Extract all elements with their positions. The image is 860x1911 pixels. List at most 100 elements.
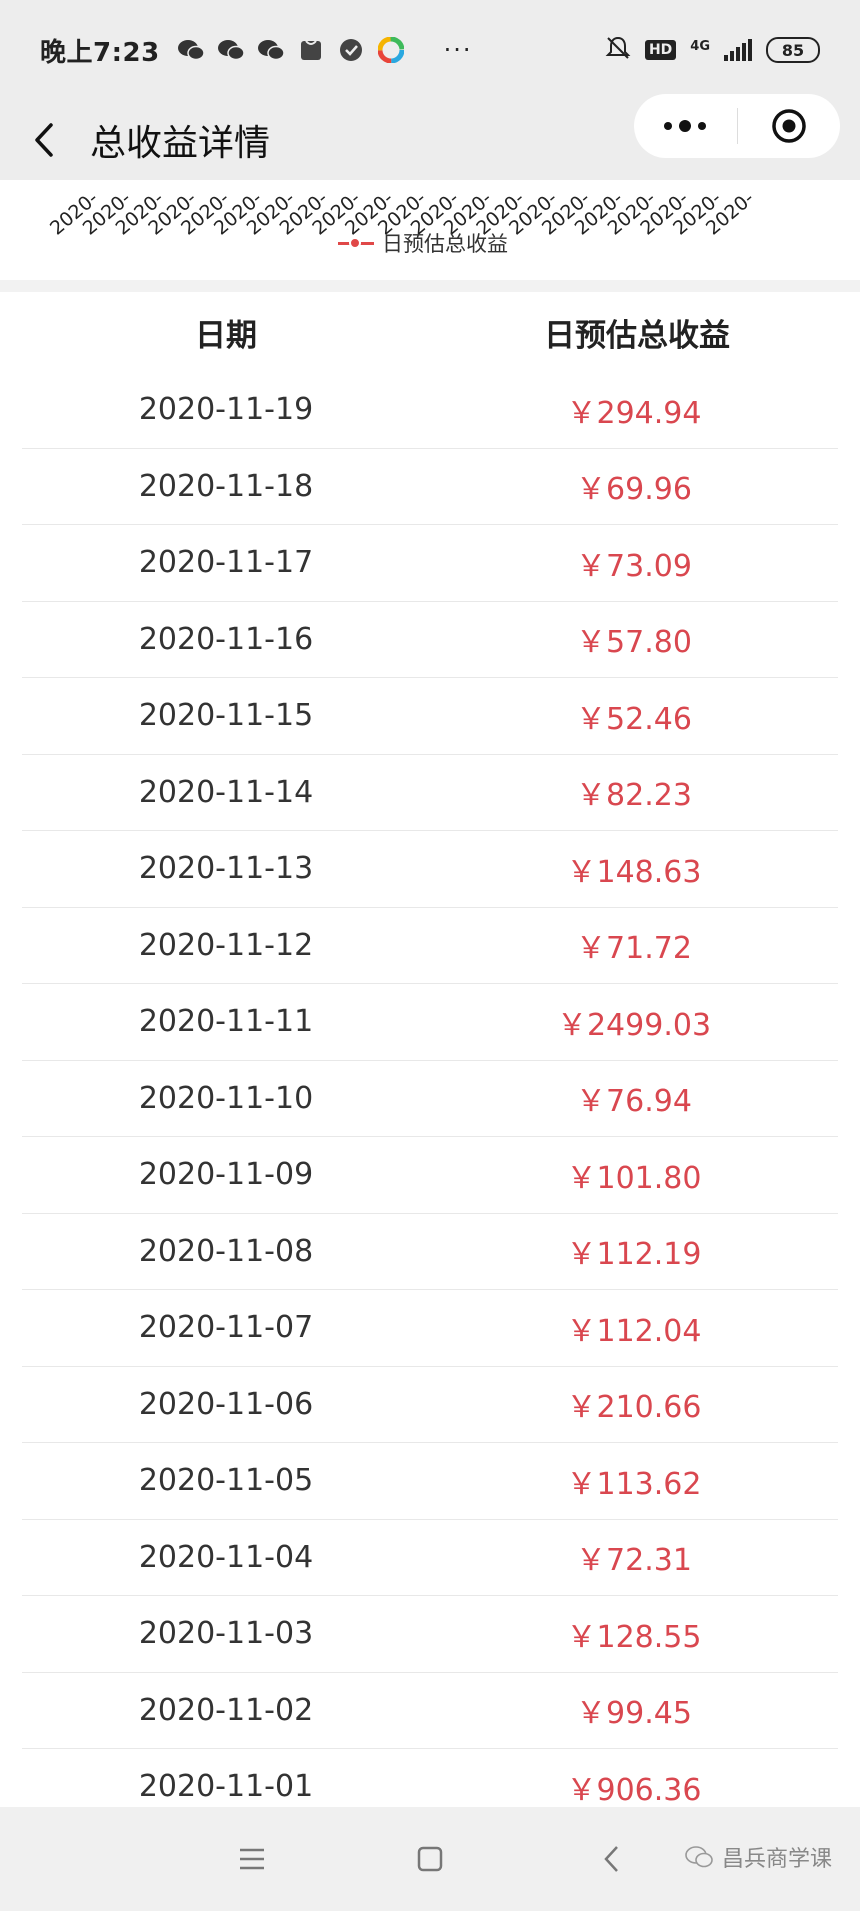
system-nav-bar: 昌兵商学课 <box>0 1807 860 1911</box>
chevron-left-icon <box>35 123 53 157</box>
row-date: 2020-11-06 <box>138 1386 314 1422</box>
table-row: 2020-11-02 ￥99.45 <box>22 1673 838 1749</box>
row-amount: ￥76.94 <box>576 1084 692 1120</box>
status-notification-icons: ··· <box>176 36 473 64</box>
row-amount: ￥52.46 <box>576 701 692 737</box>
legend-label: 日预估总收益 <box>382 232 508 256</box>
table-body: 2020-11-19 ￥294.94 2020-11-18 ￥69.96 2020-11… <box>0 372 860 1807</box>
close-mini-program-button[interactable] <box>738 108 841 144</box>
nav-bar: 总收益详情 <box>0 94 860 180</box>
row-date: 2020-11-17 <box>138 545 314 581</box>
table-row: 2020-11-14 ￥82.23 <box>22 755 838 831</box>
table-row: 2020-11-05 ￥113.62 <box>22 1443 838 1520</box>
row-date: 2020-11-13 <box>138 851 314 887</box>
mi-store-icon <box>296 38 326 62</box>
row-amount: ￥72.31 <box>576 1543 692 1579</box>
row-date: 2020-11-03 <box>138 1616 314 1652</box>
table-row: 2020-11-07 ￥112.04 <box>22 1290 838 1367</box>
header-date: 日期 <box>195 317 257 354</box>
row-amount: ￥906.36 <box>566 1772 702 1807</box>
check-circle-icon <box>336 38 366 62</box>
section-divider <box>0 280 860 292</box>
signal-icon <box>724 39 752 61</box>
network-label: 4G <box>690 38 710 54</box>
back-button[interactable] <box>0 100 90 180</box>
row-amount: ￥99.45 <box>576 1696 692 1732</box>
chevron-left-icon <box>604 1846 618 1872</box>
watermark-text: 昌兵商学课 <box>721 1847 832 1872</box>
header-amount: 日预估总收益 <box>544 317 730 354</box>
row-date: 2020-11-05 <box>138 1463 314 1499</box>
row-date: 2020-11-04 <box>138 1539 314 1575</box>
menu-icon <box>240 1848 264 1870</box>
more-button[interactable] <box>634 120 737 132</box>
table-row: 2020-11-13 ￥148.63 <box>22 831 838 908</box>
table-row: 2020-11-17 ￥73.09 <box>22 525 838 602</box>
table-row: 2020-11-19 ￥294.94 <box>22 372 838 449</box>
row-amount: ￥73.09 <box>576 548 692 584</box>
row-amount: ￥210.66 <box>566 1390 702 1426</box>
table-row: 2020-11-12 ￥71.72 <box>22 908 838 984</box>
table-row: 2020-11-11 ￥2499.03 <box>22 984 838 1061</box>
row-amount: ￥71.72 <box>576 931 692 967</box>
row-amount: ￥82.23 <box>576 778 692 814</box>
row-date: 2020-11-18 <box>138 468 314 504</box>
row-date: 2020-11-08 <box>138 1233 314 1269</box>
table-row: 2020-11-10 ￥76.94 <box>22 1061 838 1137</box>
row-date: 2020-11-11 <box>138 1004 314 1040</box>
status-more: ··· <box>443 36 473 64</box>
row-date: 2020-11-09 <box>138 1157 314 1193</box>
page-title: 总收益详情 <box>90 123 271 164</box>
row-amount: ￥148.63 <box>566 854 702 890</box>
more-dots-icon <box>664 122 673 130</box>
table-row: 2020-11-16 ￥57.80 <box>22 602 838 678</box>
row-date: 2020-11-16 <box>138 621 314 657</box>
chart-legend: 日预估总收益 <box>338 228 508 258</box>
row-date: 2020-11-07 <box>138 1310 314 1346</box>
row-amount: ￥57.80 <box>576 625 692 661</box>
table-row: 2020-11-08 ￥112.19 <box>22 1214 838 1290</box>
table-row: 2020-11-09 ￥101.80 <box>22 1137 838 1214</box>
square-icon <box>417 1846 443 1872</box>
row-amount: ￥112.04 <box>566 1313 702 1349</box>
row-amount: ￥112.19 <box>566 1237 702 1273</box>
table-row: 2020-11-18 ￥69.96 <box>22 449 838 525</box>
row-date: 2020-11-10 <box>138 1080 314 1116</box>
row-date: 2020-11-19 <box>138 392 314 428</box>
watermark: 昌兵商学课 <box>684 1841 832 1873</box>
menu-key[interactable] <box>232 1839 272 1879</box>
row-date: 2020-11-12 <box>138 927 314 963</box>
battery-icon: 85 <box>766 37 820 63</box>
row-amount: ￥2499.03 <box>556 1007 712 1043</box>
wechat-icon <box>176 38 206 62</box>
wechat-icon <box>685 1846 713 1868</box>
row-amount: ￥128.55 <box>566 1619 702 1655</box>
row-amount: ￥69.96 <box>576 472 692 508</box>
status-right: HD 4G 85 <box>605 35 820 66</box>
row-amount: ￥101.80 <box>566 1160 702 1196</box>
target-icon <box>772 109 806 143</box>
mute-icon <box>605 35 631 66</box>
home-key[interactable] <box>410 1839 450 1879</box>
table-row: 2020-11-06 ￥210.66 <box>22 1367 838 1443</box>
row-date: 2020-11-01 <box>138 1769 314 1805</box>
table-row: 2020-11-04 ￥72.31 <box>22 1520 838 1596</box>
table-row: 2020-11-01 ￥906.36 <box>22 1749 838 1807</box>
legend-marker-icon <box>338 236 374 250</box>
mini-program-capsule <box>634 94 840 158</box>
status-time: 晚上7:23 <box>40 37 160 68</box>
earnings-table: 日期 日预估总收益 2020-11-19 ￥294.94 2020-11-18 ￥69… <box>0 292 860 1807</box>
row-amount: ￥294.94 <box>566 395 702 431</box>
row-date: 2020-11-02 <box>138 1692 314 1728</box>
row-amount: ￥113.62 <box>566 1466 702 1502</box>
wechat-icon <box>256 38 286 62</box>
row-date: 2020-11-15 <box>138 698 314 734</box>
row-date: 2020-11-14 <box>138 774 314 810</box>
hd-icon: HD <box>644 40 677 60</box>
table-row: 2020-11-15 ￥52.46 <box>22 678 838 755</box>
table-row: 2020-11-03 ￥128.55 <box>22 1596 838 1673</box>
wechat-icon <box>216 38 246 62</box>
colorful-app-icon <box>376 37 406 63</box>
back-key[interactable] <box>592 1839 632 1879</box>
status-bar: 晚上7:23 ··· HD 4G 85 <box>0 0 860 100</box>
